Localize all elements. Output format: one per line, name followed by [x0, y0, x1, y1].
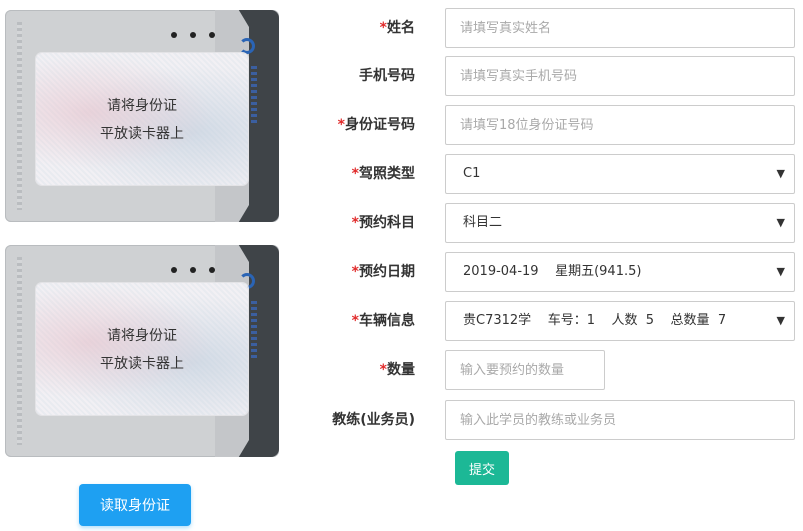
- name-input[interactable]: [446, 9, 794, 47]
- submit-button[interactable]: 提交: [455, 451, 509, 485]
- reader-slot: [17, 257, 22, 445]
- phone-field-box: [445, 56, 795, 96]
- id-card-instruction-line1: 请将身份证: [107, 328, 177, 344]
- form-row-coach: 教练(业务员): [300, 400, 795, 440]
- vehicle-value: 贵C7312学 车号：1 人数 5 总数量 7: [463, 313, 727, 328]
- phone-input[interactable]: [446, 57, 794, 95]
- name-label: *姓名: [379, 20, 415, 36]
- id-number-field-box: [445, 105, 795, 145]
- id-number-label: *身份证号码: [337, 117, 415, 133]
- license-type-value: C1: [463, 166, 481, 181]
- reader-indicator-lights: [171, 32, 215, 38]
- license-type-label: *驾照类型: [351, 166, 415, 182]
- license-type-select[interactable]: C1 ▼: [445, 154, 795, 194]
- form-row-phone: 手机号码: [300, 56, 795, 96]
- coach-label: 教练(业务员): [332, 412, 415, 428]
- form-row-date: *预约日期 2019-04-19 星期五(941.5) ▼: [300, 252, 795, 292]
- id-number-input[interactable]: [446, 106, 794, 144]
- coach-input[interactable]: [446, 401, 794, 439]
- card-reader-image: 请将身份证 平放读卡器上: [5, 10, 279, 222]
- id-card-instruction-line2: 平放读卡器上: [100, 356, 184, 372]
- caret-down-icon: ▼: [776, 216, 785, 229]
- name-field-box: [445, 8, 795, 48]
- reader-logo-icon: [239, 38, 255, 54]
- reader-brand-mark: [251, 66, 257, 126]
- reader-indicator-lights: [171, 267, 215, 273]
- vehicle-select[interactable]: 贵C7312学 车号：1 人数 5 总数量 7 ▼: [445, 301, 795, 341]
- form-row-quantity: *数量: [300, 350, 795, 390]
- id-card-instruction-line1: 请将身份证: [107, 98, 177, 114]
- reader-slot: [17, 22, 22, 210]
- caret-down-icon: ▼: [776, 167, 785, 180]
- reader-brand-mark: [251, 301, 257, 361]
- quantity-field-box: [445, 350, 605, 390]
- caret-down-icon: ▼: [776, 314, 785, 327]
- subject-value: 科目二: [463, 215, 503, 230]
- id-card-graphic: 请将身份证 平放读卡器上: [36, 53, 248, 185]
- form-row-id-number: *身份证号码: [300, 105, 795, 145]
- form-row-vehicle: *车辆信息 贵C7312学 车号：1 人数 5 总数量 7 ▼: [300, 301, 795, 341]
- subject-select[interactable]: 科目二 ▼: [445, 203, 795, 243]
- form-row-subject: *预约科目 科目二 ▼: [300, 203, 795, 243]
- form-row-name: *姓名: [300, 8, 795, 48]
- quantity-label: *数量: [379, 362, 415, 378]
- date-label: *预约日期: [351, 264, 415, 280]
- read-id-card-button[interactable]: 读取身份证: [79, 484, 191, 526]
- caret-down-icon: ▼: [776, 265, 785, 278]
- date-select[interactable]: 2019-04-19 星期五(941.5) ▼: [445, 252, 795, 292]
- subject-label: *预约科目: [351, 215, 415, 231]
- quantity-input[interactable]: [446, 351, 604, 389]
- coach-field-box: [445, 400, 795, 440]
- phone-label: 手机号码: [359, 68, 415, 84]
- vehicle-label: *车辆信息: [351, 313, 415, 329]
- card-reader-image: 请将身份证 平放读卡器上: [5, 245, 279, 457]
- form-row-license-type: *驾照类型 C1 ▼: [300, 154, 795, 194]
- id-card-instruction-line2: 平放读卡器上: [100, 126, 184, 142]
- id-card-graphic: 请将身份证 平放读卡器上: [36, 283, 248, 415]
- date-value: 2019-04-19 星期五(941.5): [463, 264, 642, 279]
